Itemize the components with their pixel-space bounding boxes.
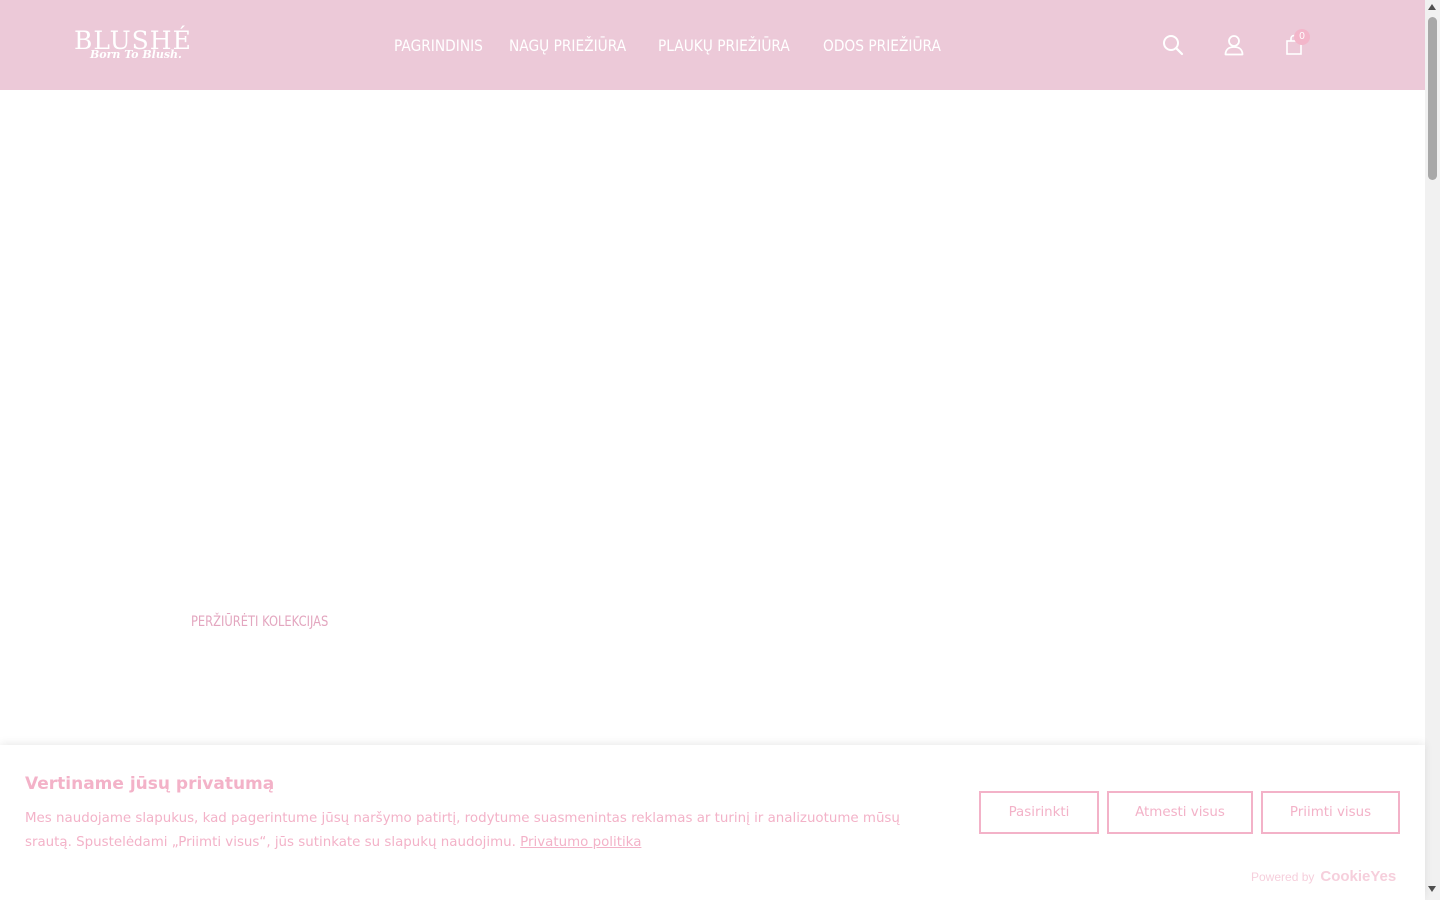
cookie-banner-text: Mes naudojame slapukus, kad pagerintume …: [25, 807, 945, 855]
cart-count-badge: 0: [1294, 29, 1310, 45]
privacy-policy-link[interactable]: Privatumo politika: [520, 835, 641, 850]
accept-all-button[interactable]: Priimti visus: [1261, 791, 1400, 834]
scrollbar-thumb[interactable]: [1428, 17, 1437, 180]
powered-by-cookieyes[interactable]: Powered by CookieYes: [1251, 868, 1396, 886]
cookieyes-logo: CookieYes: [1320, 868, 1397, 885]
account-button[interactable]: [1221, 32, 1247, 58]
main-nav: PAGRINDINIS NAGŲ PRIEŽIŪRA PLAUKŲ PRIEŽI…: [394, 33, 942, 59]
customize-cookies-button[interactable]: Pasirinkti: [979, 791, 1099, 834]
cookie-banner-description: Mes naudojame slapukus, kad pagerintume …: [25, 811, 900, 850]
search-icon: [1163, 35, 1184, 56]
site-header: BLUSHÉ Born To Blush. PAGRINDINIS NAGŲ P…: [0, 0, 1425, 90]
reject-all-button[interactable]: Atmesti visus: [1107, 791, 1253, 834]
nav-item-skin-care[interactable]: ODOS PRIEŽIŪRA: [823, 33, 941, 59]
page-scrollbar[interactable]: [1425, 0, 1440, 900]
view-collections-link[interactable]: PERŽIŪRĖTI KOLEKCIJAS: [191, 613, 328, 631]
site-logo[interactable]: BLUSHÉ Born To Blush.: [74, 26, 191, 66]
nav-item-nail-care[interactable]: NAGŲ PRIEŽIŪRA: [509, 33, 626, 59]
nav-item-hair-care[interactable]: PLAUKŲ PRIEŽIŪRA: [658, 33, 790, 59]
search-button[interactable]: [1160, 32, 1186, 58]
powered-by-label: Powered by: [1251, 870, 1315, 884]
scroll-up-arrow-icon[interactable]: [1428, 4, 1436, 10]
nav-item-home[interactable]: PAGRINDINIS: [394, 33, 483, 59]
scroll-down-arrow-icon[interactable]: [1428, 886, 1436, 892]
logo-tagline: Born To Blush.: [90, 48, 182, 61]
user-icon: [1224, 35, 1244, 56]
cookie-banner-title: Vertiname jūsų privatumą: [25, 774, 275, 794]
cookie-consent-banner: Vertiname jūsų privatumą Mes naudojame s…: [0, 745, 1425, 900]
